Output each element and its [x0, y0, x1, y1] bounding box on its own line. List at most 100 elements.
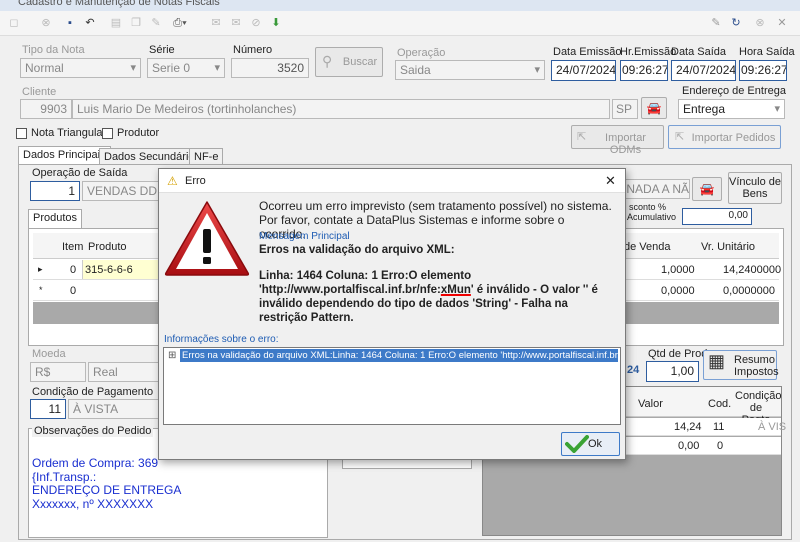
operacao-lookup-button[interactable]: 🚘 — [692, 177, 722, 201]
tab-produtos[interactable]: Produtos — [28, 209, 83, 229]
tipo-nota-select[interactable]: Normal — [20, 58, 141, 78]
endereco-entrega-select[interactable]: Entrega — [678, 99, 785, 119]
error-info-tree[interactable]: ⊞ Erros na validação do arquivo XML:Linh… — [163, 347, 621, 425]
importar-odms-label: Importar ODMs — [605, 132, 646, 156]
observacoes-line: ENDEREÇO DE ENTREGA — [32, 483, 182, 497]
serie-label: Série — [149, 44, 175, 56]
clear-icon[interactable]: ⊗ — [752, 15, 768, 31]
numero-label: Número — [233, 44, 273, 56]
error-detail-line: restrição Pattern. — [259, 312, 354, 324]
refresh-icon[interactable]: ↻ — [728, 15, 744, 31]
cliente-uf-field: SP — [612, 99, 638, 119]
col-venda-header: de Venda — [624, 241, 671, 253]
import-pedidos-icon: ⇱ — [675, 131, 685, 143]
row-item: 0 — [70, 285, 77, 297]
cliente-code-field[interactable]: 9903 — [20, 99, 72, 119]
condicao-name-field[interactable]: À VISTA — [68, 399, 160, 419]
nota-triangular-checkbox[interactable] — [16, 128, 27, 139]
row-cod: 0 — [717, 440, 724, 452]
edit-icon[interactable]: ✎ — [708, 15, 724, 31]
hora-saida-label: Hora Saída — [739, 46, 795, 58]
error-heading: Erros na validação do arquivo XML: — [259, 244, 455, 256]
block-icon[interactable]: ⊘ — [248, 15, 264, 31]
close-form-icon[interactable]: ✕ — [774, 15, 790, 31]
save-icon[interactable]: ▪ — [62, 15, 78, 31]
hora-saida-field[interactable]: 09:26:27 — [739, 60, 787, 81]
row-produto: 315-6-6-6 — [85, 264, 133, 276]
car-icon: 🚘 — [699, 182, 715, 196]
ok-label: Ok — [588, 438, 603, 450]
error-dialog: ⚠ Erro ✕ Ocorreu um erro imprevisto (sem… — [158, 168, 626, 460]
condicao-pagamento-label: Condição de Pagamento — [32, 386, 154, 398]
col-cod-header: Cod. — [708, 398, 732, 410]
download-icon[interactable]: ⬇ — [268, 15, 284, 31]
error-triangle-icon — [164, 201, 250, 276]
operacao-saida-label: Operação de Saída — [32, 167, 128, 179]
error-detail-part: 'http://www.portalfiscal.inf.br/nfe: — [259, 284, 441, 296]
dialog-titlebar: ⚠ Erro ✕ — [159, 169, 625, 193]
buscar-button[interactable]: ⚲ Buscar — [315, 47, 383, 77]
data-saida-field[interactable]: 24/07/2024 — [671, 60, 736, 81]
operacao-select[interactable]: Saida — [395, 60, 545, 80]
tab-nfe[interactable]: NF-e — [189, 148, 224, 165]
row-unitario: 0,0000000 — [723, 285, 775, 297]
operacao-saida-code[interactable]: 1 — [30, 181, 80, 201]
cliente-lookup-button[interactable]: 🚘 — [641, 97, 667, 119]
check-icon — [565, 435, 589, 453]
add-icon[interactable]: ◻ — [6, 15, 22, 31]
error-detail-part: ' é inválido - O valor '' é — [470, 284, 598, 296]
resumo-impostos-button[interactable]: ▦ Resumo Impostos — [703, 350, 779, 380]
data-emissao-field[interactable]: 24/07/2024 — [551, 60, 616, 81]
copy-icon[interactable]: ❐ — [128, 15, 144, 31]
calculator-icon: ▦ — [708, 351, 726, 371]
col-produto-header: Produto — [88, 241, 127, 253]
row-venda: 1,0000 — [661, 264, 695, 276]
toolbar: ◻ ⊗ ▪ ↶ ▤ ❐ ✎ ⎙▾ ✉ ✉ ⊘ ⬇ ✎ ↻ ⊗ ✕ — [0, 11, 800, 36]
row-unitario: 14,2400000 — [723, 264, 782, 276]
print-icon[interactable]: ▤ — [108, 15, 124, 31]
qtd-prod-label: Qtd de Prod. — [648, 348, 711, 360]
buscar-label: Buscar — [342, 56, 378, 68]
desconto-label: sconto % — [629, 202, 667, 212]
message-line: Ocorreu um erro imprevisto (sem tratamen… — [259, 199, 612, 213]
numero-field[interactable]: 3520 — [231, 58, 309, 78]
expand-icon[interactable]: ⊞ — [168, 350, 176, 361]
ok-button[interactable]: Ok — [561, 432, 620, 456]
hr-emissao-field[interactable]: 09:26:27 — [620, 60, 668, 81]
moeda-name-field[interactable]: Real — [88, 362, 160, 382]
close-icon[interactable]: ✕ — [605, 173, 616, 189]
row-condicao: À VIS — [758, 421, 787, 433]
acumulativo-label: Acumulativo — [627, 212, 677, 222]
cliente-name-field[interactable]: Luis Mario De Medeiros (tortinholanches) — [72, 99, 610, 119]
col-item-header: Item — [62, 241, 84, 253]
operacao-label: Operação — [397, 47, 446, 59]
importar-pedidos-button[interactable]: ⇱ Importar Pedidos — [668, 125, 781, 149]
observacoes-text[interactable]: Ordem de Compra: 369 {Inf.Transp.: ENDER… — [32, 456, 182, 511]
mail-icon[interactable]: ✉ — [208, 15, 224, 31]
moeda-label: Moeda — [32, 348, 66, 360]
error-detail-line: inválido dependendo do tipo de dados 'St… — [259, 298, 568, 310]
tool-icon[interactable]: ✎ — [148, 15, 164, 31]
produtor-checkbox[interactable] — [102, 128, 113, 139]
row-marker: ▸ — [38, 264, 43, 274]
tree-item-selected[interactable]: Erros na validação do arquivo XML:Linha:… — [180, 349, 618, 362]
error-detail-line: 'http://www.portalfiscal.inf.br/nfe:xMun… — [259, 283, 614, 297]
operacao-saida-name[interactable]: VENDAS DD — [82, 181, 160, 201]
condicao-code-field[interactable]: 11 — [30, 399, 66, 419]
row-valor: 0,00 — [678, 440, 700, 452]
observacoes-label: Observações do Pedido — [32, 425, 154, 437]
cancel-icon[interactable]: ⊗ — [38, 15, 54, 31]
undo-icon[interactable]: ↶ — [82, 15, 98, 31]
info-label: Informações sobre o erro: — [164, 334, 279, 345]
error-detail-highlight: xMun — [440, 284, 471, 296]
printer-dropdown-icon[interactable]: ⎙▾ — [172, 15, 188, 31]
nota-triangular-label: Nota Triangular — [31, 127, 107, 139]
tab-dados-principais[interactable]: Dados Principais — [18, 146, 111, 165]
envelope-icon[interactable]: ✉ — [228, 15, 244, 31]
serie-select[interactable]: Serie 0 — [147, 58, 225, 78]
vinculo-bens-button[interactable]: Vínculo de Bens — [728, 172, 782, 204]
importar-odms-button[interactable]: ⇱ Importar ODMs — [571, 125, 664, 156]
data-saida-label: Data Saída — [671, 46, 727, 58]
desconto-field[interactable]: 0,00 — [682, 208, 752, 225]
row-item: 0 — [70, 264, 77, 276]
